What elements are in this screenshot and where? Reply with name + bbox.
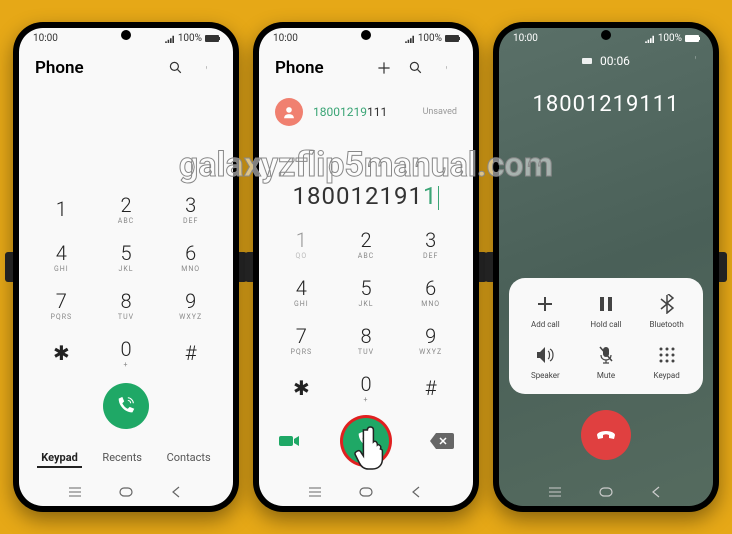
front-camera [601,30,611,40]
key-2[interactable]: 2ABC [338,222,395,266]
nav-back-icon[interactable] [169,484,185,500]
key-2[interactable]: 2ABC [98,187,155,231]
nav-recents-icon[interactable] [67,484,83,500]
call-timer: 00:06 [600,54,630,68]
more-icon[interactable] [199,59,217,77]
key-7[interactable]: 7PQRS [33,283,90,327]
battery-pct: 100% [178,33,202,44]
mute-button[interactable]: Mute [578,343,635,380]
active-call-number: 18001219111 [499,78,713,131]
key-6[interactable]: 6MNO [402,270,459,314]
battery-icon [445,35,459,42]
key-star[interactable]: ✱ [33,331,90,375]
clock: 10:00 [33,33,58,44]
nav-recents-icon[interactable] [307,484,323,500]
phone-mockup-1: 10:00 100% Phone 1 2ABC 3DEF 4GHI [13,22,239,512]
nav-recents-icon[interactable] [547,484,563,500]
key-9[interactable]: 9WXYZ [402,318,459,362]
bluetooth-button[interactable]: Bluetooth [638,292,695,329]
clock: 10:00 [273,33,298,44]
key-1[interactable]: 1 [33,187,90,231]
key-4[interactable]: 4GHI [273,270,330,314]
add-call-button[interactable]: Add call [517,292,574,329]
page-title: Phone [35,58,84,78]
hinge [5,252,13,282]
dialer-keypad: 1 2ABC 3DEF 4GHI 5JKL 6MNO 7PQRS 8TUV 9W… [19,187,233,375]
hinge [245,252,253,282]
end-call-button[interactable] [581,410,631,460]
signal-icon [645,35,655,43]
avatar-icon [275,98,303,126]
battery-pct: 100% [658,33,682,44]
key-hash[interactable]: # [162,331,219,375]
pause-icon [594,292,618,316]
battery-pct: 100% [418,33,442,44]
key-3[interactable]: 3DEF [402,222,459,266]
more-icon[interactable] [695,50,699,70]
page-title: Phone [275,58,324,78]
entered-number: 1800121911 [259,172,473,222]
hinge [719,252,727,282]
key-8[interactable]: 8TUV [98,283,155,327]
key-0[interactable]: 0+ [338,366,395,410]
hinge [485,252,493,282]
nav-bar [259,476,473,506]
bottom-tabs: Keypad Recents Contacts [19,441,233,476]
key-8[interactable]: 8TUV [338,318,395,362]
speaker-button[interactable]: Speaker [517,343,574,380]
plus-icon [533,292,557,316]
suggestion-status: Unsaved [423,107,457,117]
key-5[interactable]: 5JKL [98,235,155,279]
search-icon[interactable] [407,59,425,77]
nav-home-icon[interactable] [358,484,374,500]
battery-icon [205,35,219,42]
call-button[interactable] [343,418,389,464]
signal-icon [405,35,415,43]
front-camera [121,30,131,40]
search-icon[interactable] [167,59,185,77]
keypad-button[interactable]: Keypad [638,343,695,380]
dialer-keypad: 1QO 2ABC 3DEF 4GHI 5JKL 6MNO 7PQRS 8TUV … [259,222,473,410]
signal-icon [165,35,175,43]
tab-recents[interactable]: Recents [98,449,146,468]
key-1[interactable]: 1QO [273,222,330,266]
backspace-icon[interactable] [429,431,455,451]
front-camera [361,30,371,40]
key-0[interactable]: 0+ [98,331,155,375]
video-call-icon[interactable] [277,431,303,451]
key-5[interactable]: 5JKL [338,270,395,314]
key-7[interactable]: 7PQRS [273,318,330,362]
nav-back-icon[interactable] [409,484,425,500]
bluetooth-icon [655,292,679,316]
nav-bar [19,476,233,506]
tab-keypad[interactable]: Keypad [37,449,82,468]
nav-home-icon[interactable] [598,484,614,500]
add-icon[interactable] [375,59,393,77]
nav-back-icon[interactable] [649,484,665,500]
contact-suggestion[interactable]: 18001219111 Unsaved [259,90,473,134]
key-3[interactable]: 3DEF [162,187,219,231]
call-controls-panel: Add call Hold call Bluetooth Speaker Mut… [509,278,703,394]
clock: 10:00 [513,33,538,44]
call-info-bar: 00:06 [499,46,713,78]
hold-call-button[interactable]: Hold call [578,292,635,329]
record-icon [582,58,592,64]
call-button[interactable] [103,383,149,429]
phone-mockup-3: 10:00 100% 00:06 18001219111 Add call [493,22,719,512]
keypad-icon [655,343,679,367]
nav-bar [499,476,713,506]
key-4[interactable]: 4GHI [33,235,90,279]
battery-icon [685,35,699,42]
tab-contacts[interactable]: Contacts [163,449,215,468]
nav-home-icon[interactable] [118,484,134,500]
speaker-icon [533,343,557,367]
suggestion-number: 18001219111 [313,105,387,119]
phone-mockup-2: 10:00 100% Phone [253,22,479,512]
key-6[interactable]: 6MNO [162,235,219,279]
mute-icon [594,343,618,367]
key-star[interactable]: ✱ [273,366,330,410]
key-hash[interactable]: # [402,366,459,410]
key-9[interactable]: 9WXYZ [162,283,219,327]
more-icon[interactable] [439,59,457,77]
